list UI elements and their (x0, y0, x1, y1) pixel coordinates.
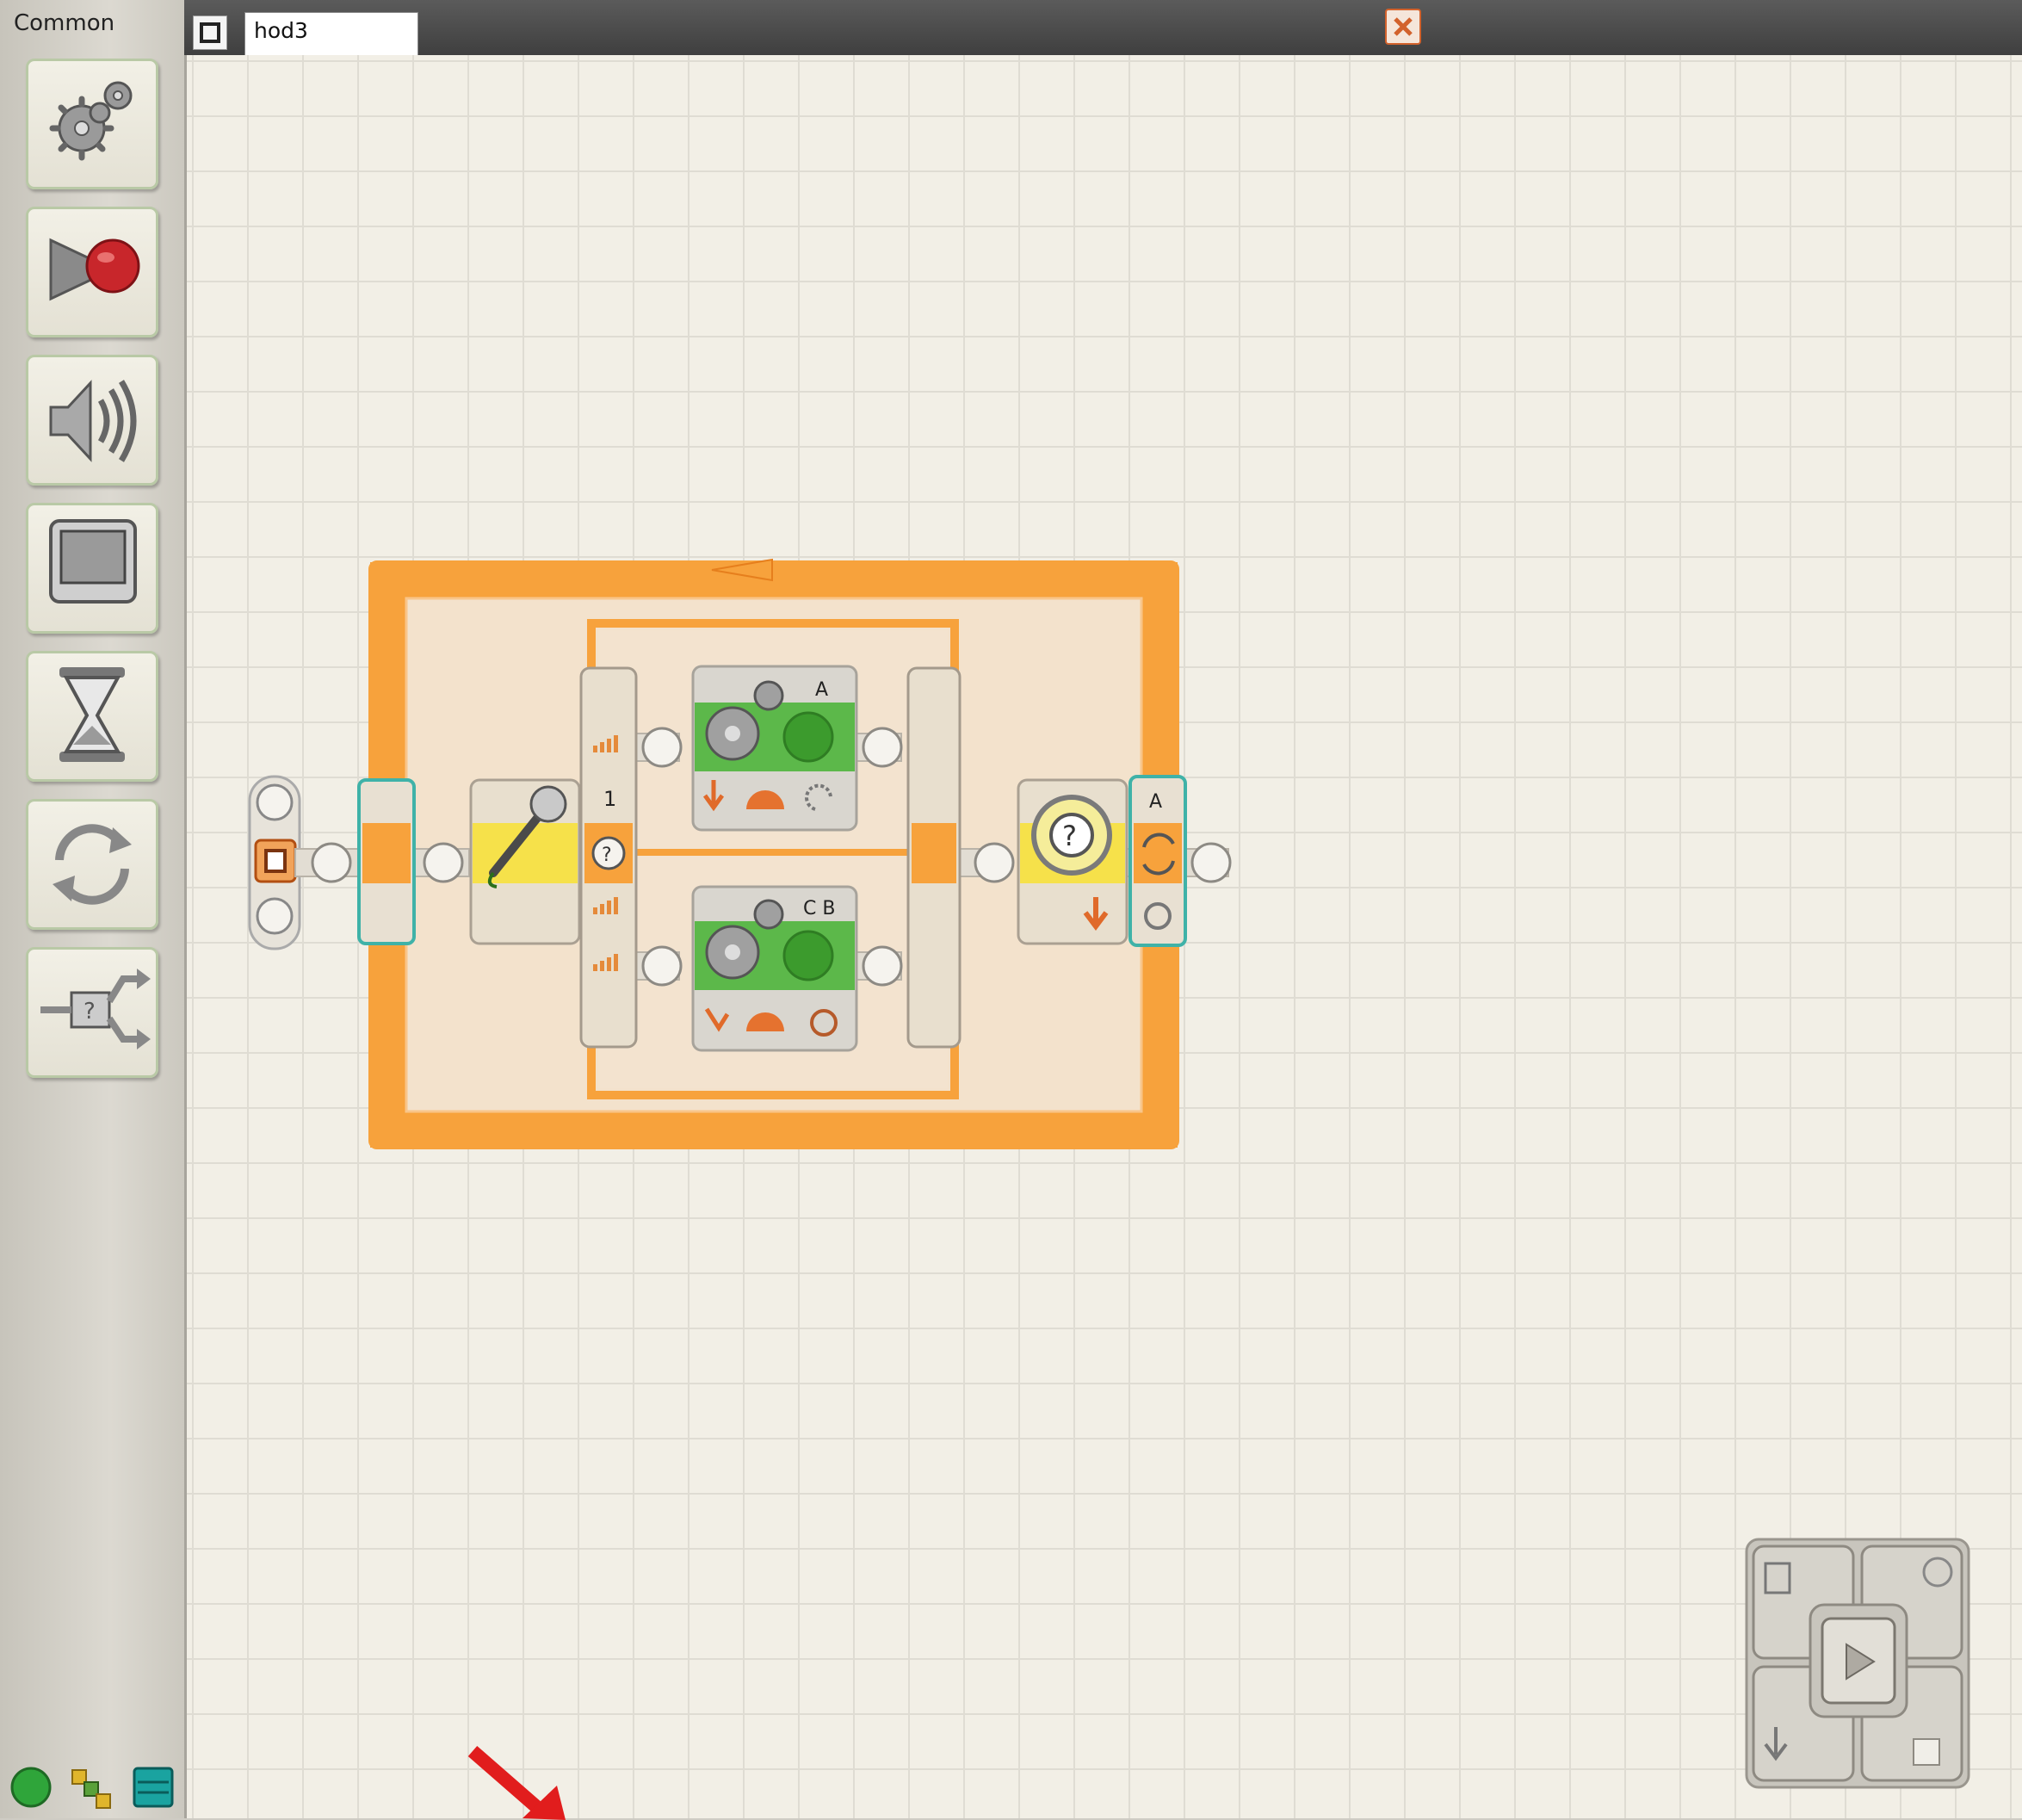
record-play-icon (49, 238, 140, 301)
red-arrow-icon (467, 1745, 566, 1820)
display-block-button[interactable] (26, 503, 158, 634)
svg-text:?: ? (83, 999, 96, 1025)
loop-start-column[interactable] (357, 778, 416, 945)
block-palette: Common ? (0, 0, 186, 1818)
motor-block-bottom[interactable]: C B (691, 885, 858, 1052)
switch-start-column[interactable]: 1 ? (579, 666, 638, 1049)
switch-question-icon: ? (591, 836, 626, 870)
hourglass-wait-icon (59, 667, 125, 762)
motor-port-label: C B (803, 898, 835, 919)
palette-tabs (0, 1756, 184, 1818)
svg-text:?: ? (602, 845, 612, 866)
sound-speaker-icon (49, 380, 137, 462)
green-circle-icon[interactable] (7, 1763, 55, 1811)
loop-arrows-icon (53, 824, 132, 905)
document-icon[interactable] (193, 15, 227, 50)
switch-icon: ? (40, 969, 151, 1049)
display-icon (49, 519, 137, 604)
loop-question-icon: ? (1031, 795, 1112, 876)
loop-end-column[interactable]: A (1128, 775, 1187, 947)
palette-title: Common (14, 10, 115, 36)
move-gears-icon (49, 81, 133, 161)
programming-canvas[interactable]: 1 ? A C B ? A (184, 55, 2022, 1820)
stop-icon (1913, 1738, 1940, 1766)
close-icon[interactable] (1385, 9, 1421, 45)
document-tab-bar: hod3 (184, 0, 2022, 55)
switch-block-button[interactable]: ? (26, 947, 158, 1078)
tab-label: hod3 (254, 18, 308, 43)
switch-end-column[interactable] (906, 666, 962, 1049)
sound-sensor-block[interactable] (469, 778, 581, 945)
switch-case-label: 1 (603, 787, 616, 811)
complete-palette-icon[interactable] (67, 1763, 115, 1811)
sequence-start (248, 775, 301, 950)
tab-hod3[interactable]: hod3 (244, 12, 418, 55)
loop-condition-block[interactable]: ? (1017, 778, 1128, 945)
svg-text:?: ? (1062, 820, 1077, 852)
move-block-button[interactable] (26, 59, 158, 189)
loop-port-label: A (1149, 791, 1162, 813)
sound-block-button[interactable] (26, 355, 158, 486)
wait-block-button[interactable] (26, 651, 158, 782)
navigation-controller (1745, 1538, 1970, 1789)
record-play-block-button[interactable] (26, 207, 158, 337)
motor-port-label: A (815, 679, 828, 701)
loop-block-button[interactable] (26, 799, 158, 930)
motor-block-top[interactable]: A (691, 665, 858, 832)
custom-palette-icon[interactable] (129, 1763, 177, 1811)
